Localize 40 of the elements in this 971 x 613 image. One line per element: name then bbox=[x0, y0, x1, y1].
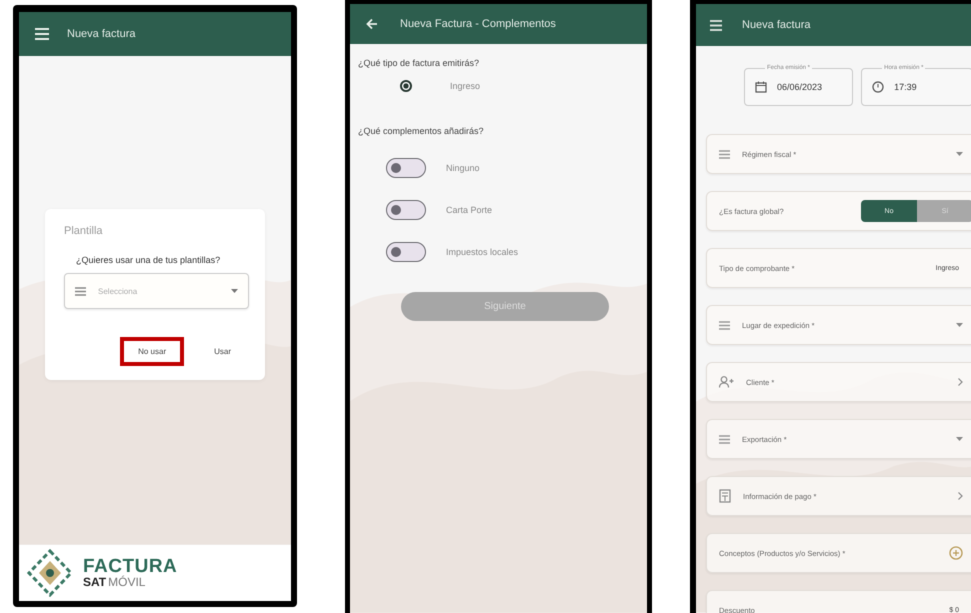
back-arrow-icon[interactable] bbox=[366, 18, 378, 30]
toggle-switch[interactable] bbox=[386, 242, 426, 262]
list-icon bbox=[719, 434, 730, 444]
dropdown-caret-icon bbox=[956, 323, 963, 327]
list-icon bbox=[75, 286, 86, 296]
menu-icon[interactable] bbox=[710, 20, 722, 30]
dropdown-caret-icon bbox=[231, 289, 238, 293]
complements-question: ¿Qué complementos añadirás? bbox=[358, 126, 485, 136]
clock-icon bbox=[872, 81, 884, 93]
dropdown-caret-icon bbox=[956, 152, 963, 156]
list-icon bbox=[719, 320, 730, 330]
toggle-switch[interactable] bbox=[386, 200, 426, 220]
calendar-icon bbox=[755, 81, 767, 93]
app-title: Nueva factura bbox=[67, 28, 136, 40]
add-person-icon bbox=[719, 376, 734, 388]
dialog-question: ¿Quieres usar una de tus plantillas? bbox=[76, 255, 222, 265]
chevron-right-icon bbox=[958, 492, 963, 500]
app-title: Nueva Factura - Complementos bbox=[400, 18, 556, 30]
toggle-label: Carta Porte bbox=[446, 205, 492, 215]
chevron-right-icon bbox=[958, 378, 963, 386]
date-value: 06/06/2023 bbox=[777, 82, 822, 92]
logo-wordmark: FACTURA bbox=[83, 556, 178, 576]
dropdown-caret-icon bbox=[956, 437, 963, 441]
radio-label: Ingreso bbox=[450, 81, 480, 91]
logo-brand: SAT bbox=[83, 576, 106, 590]
list-icon bbox=[719, 150, 730, 158]
dialog-title: Plantilla bbox=[64, 225, 104, 237]
menu-icon[interactable] bbox=[35, 28, 49, 40]
logo-icon bbox=[27, 549, 73, 597]
app-title: Nueva factura bbox=[742, 19, 810, 31]
dialog-button[interactable]: No usar bbox=[120, 337, 184, 366]
invoice-type-question: ¿Qué tipo de factura emitirás? bbox=[358, 58, 480, 68]
radio-button[interactable] bbox=[400, 80, 412, 92]
time-value: 17:39 bbox=[894, 82, 917, 92]
select-placeholder: Selecciona bbox=[98, 286, 138, 296]
document-icon bbox=[719, 489, 731, 503]
toggle-switch[interactable] bbox=[386, 158, 426, 178]
logo-suffix: MÓVIL bbox=[108, 576, 146, 590]
toggle-label: Ninguno bbox=[446, 163, 480, 173]
toggle-label: Impuestos locales bbox=[446, 247, 518, 257]
